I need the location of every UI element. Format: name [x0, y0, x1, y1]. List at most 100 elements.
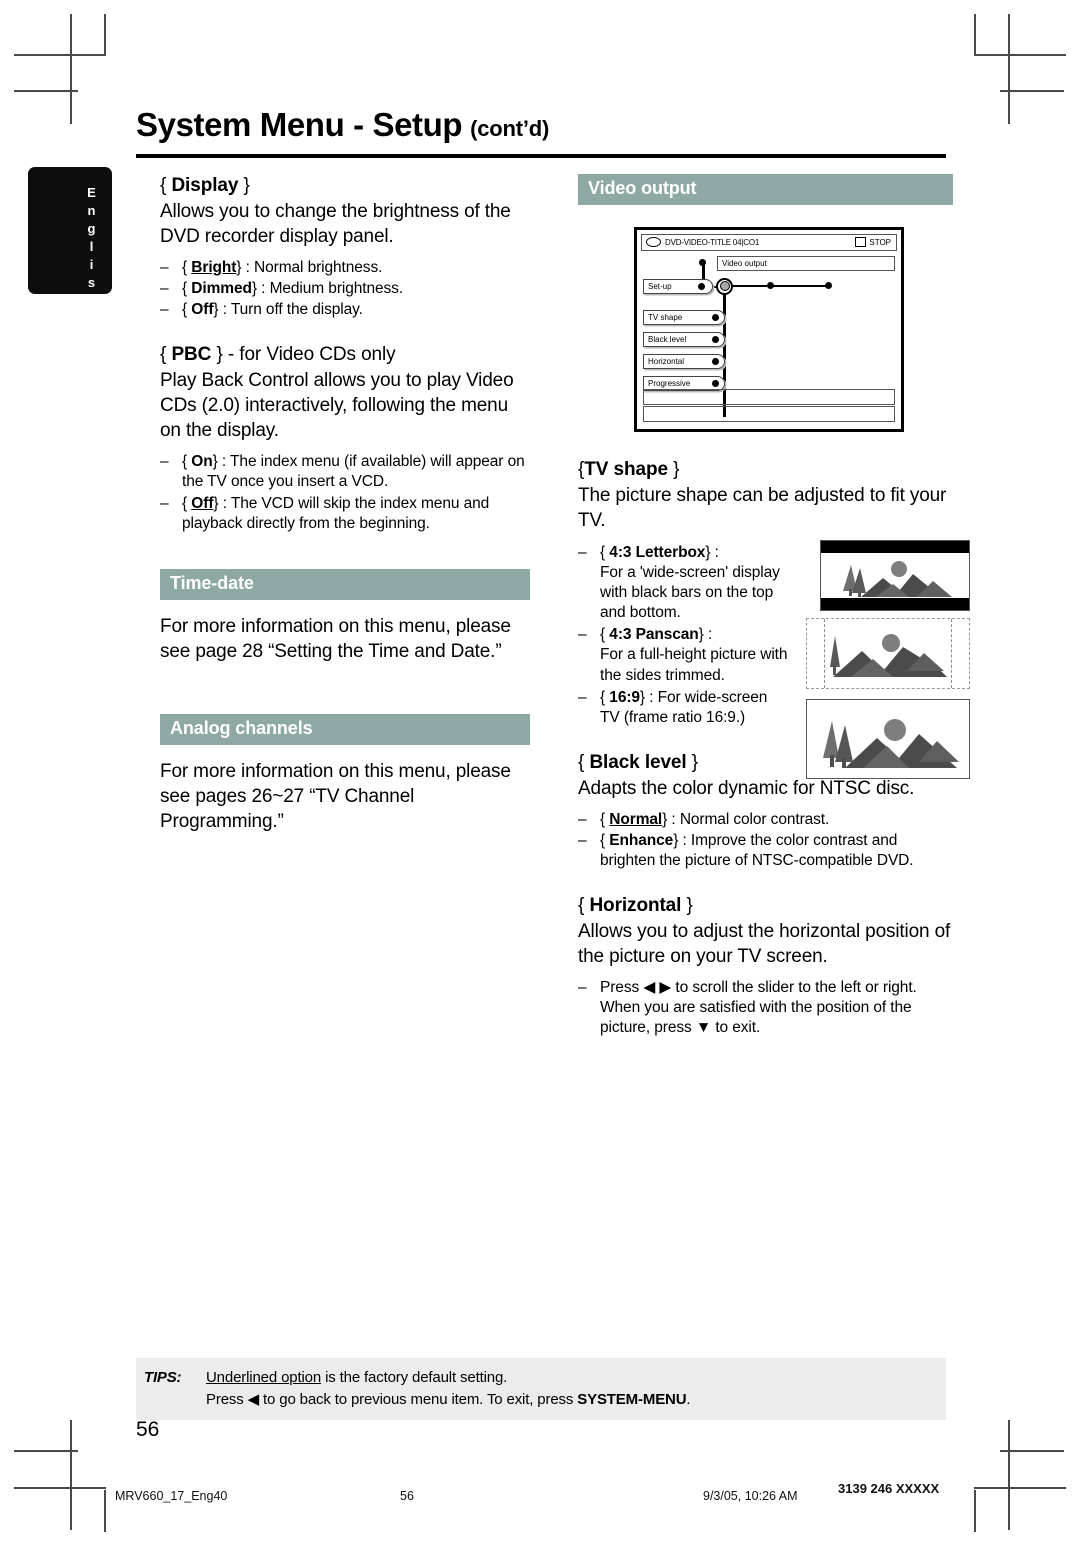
crop-mark — [14, 54, 106, 56]
list-item: – Press ◀ ▶ to scroll the slider to the l… — [578, 979, 917, 1037]
section-analog-channels: Analog channels For more information on … — [160, 713, 530, 834]
list-item: –{ Enhance} : Improve the color contrast… — [578, 831, 914, 870]
osd-status-bar: DVD-VIDEO-TITLE 04|CO1 STOP — [641, 233, 897, 251]
display-heading: { Display } — [160, 175, 250, 196]
crop-mark — [14, 90, 78, 92]
option-name: Off — [191, 494, 214, 512]
tv-shape-body: The picture shape can be adjusted to fit… — [578, 484, 947, 531]
analog-channels-bar: Analog channels — [160, 713, 530, 745]
right-arrow-icon: ▶ — [659, 979, 672, 997]
time-date-body: For more information on this menu, pleas… — [160, 615, 511, 662]
option-name: Normal — [609, 810, 663, 828]
tips-box: TIPS: Underlined option is the factory d… — [136, 1358, 946, 1420]
list-item: –{ Off} : Turn off the display. — [160, 301, 363, 319]
tips-content: Underlined option is the factory default… — [206, 1367, 691, 1411]
page-title-suffix: (cont’d) — [470, 116, 550, 141]
osd-node-dot — [699, 258, 706, 266]
list-item: –{ 4:3 Panscan} : For a full-height pict… — [578, 626, 788, 684]
print-slug-file: MRV660_17_Eng40 — [115, 1489, 228, 1503]
black-level-heading-label: Black level — [589, 751, 687, 773]
left-arrow-icon: ◀ — [643, 979, 656, 997]
osd-node-dot — [712, 357, 719, 365]
section-pbc: { PBC } - for Video CDs only Play Back C… — [160, 343, 530, 534]
option-desc: For a full-height picture with the sides… — [600, 646, 788, 684]
crop-mark — [14, 1487, 106, 1489]
option-desc: : The index menu (if available) will app… — [182, 453, 525, 491]
picture-widescreen — [806, 698, 970, 779]
crop-mark — [14, 1450, 78, 1452]
crop-mark — [1000, 1450, 1064, 1452]
pbc-options: –{ On} : The index menu (if available) w… — [160, 452, 530, 534]
down-arrow-icon: ▼ — [695, 1019, 712, 1037]
stop-icon — [855, 237, 867, 248]
page-number: 56 — [136, 1418, 160, 1441]
osd-node-dot — [712, 335, 719, 343]
list-item: –{ 4:3 Letterbox} : For a 'wide-screen' … — [578, 543, 780, 622]
section-horizontal: { Horizontal } Allows you to adjust the … — [578, 894, 953, 1038]
crop-mark — [1008, 14, 1010, 124]
osd-info-field-1 — [643, 388, 895, 405]
osd-menu-item-label: Black level — [648, 334, 687, 344]
horizontal-heading-label: Horizontal — [589, 895, 682, 917]
option-desc: : Normal color contrast. — [671, 810, 830, 828]
landscape-art — [843, 560, 952, 597]
list-item: –{ On} : The index menu (if available) w… — [160, 453, 525, 491]
horizontal-options: – Press ◀ ▶ to scroll the slider to the l… — [578, 978, 953, 1038]
video-output-bar: Video output — [578, 174, 953, 205]
picture-panscan — [806, 617, 970, 689]
landscape-art — [830, 633, 947, 677]
crop-mark — [1008, 1420, 1010, 1530]
tips-line-2: Press ◀ to go back to previous menu item… — [206, 1390, 691, 1408]
crop-mark — [70, 14, 72, 124]
crop-mark — [1000, 90, 1064, 92]
osd-node-dot — [767, 281, 774, 289]
option-name: 4:3 Letterbox — [609, 543, 706, 561]
option-name: 16:9 — [609, 688, 640, 706]
print-slug-timestamp: 9/3/05, 10:26 AM — [703, 1489, 798, 1503]
osd-screenshot: DVD-VIDEO-TITLE 04|CO1 STOP Video output… — [634, 226, 904, 432]
crop-mark — [70, 1420, 72, 1530]
osd-menu-item-label: TV shape — [648, 312, 683, 322]
landscape-art — [823, 718, 959, 768]
section-display: { Display } Allows you to change the bri… — [160, 174, 530, 320]
osd-menu-item-label: Progressive — [648, 378, 691, 388]
crop-mark — [974, 14, 976, 56]
crop-mark — [104, 1490, 106, 1532]
option-name: Enhance — [609, 831, 674, 849]
osd-node-dot — [698, 282, 705, 290]
black-level-body: Adapts the color dynamic for NTSC disc. — [578, 777, 915, 799]
disc-icon — [646, 237, 661, 248]
osd-selected-node[interactable] — [716, 277, 733, 295]
right-column: Video output DVD-VIDEO-TITLE 04|CO1 STOP… — [578, 174, 970, 1040]
picture-letterbox — [820, 539, 970, 611]
manual-page: English System Menu - Setup (cont’d) { Di… — [0, 0, 1080, 1544]
display-options: –{ Bright} : Normal brightness. –{ Dimme… — [160, 258, 530, 320]
osd-status-left: DVD-VIDEO-TITLE 04|CO1 — [665, 237, 760, 247]
osd-info-field-2 — [643, 405, 895, 422]
tips-line-1: Underlined option is the factory default… — [206, 1369, 508, 1386]
crop-mark — [974, 1490, 976, 1532]
print-slug-page: 56 — [400, 1489, 414, 1503]
pbc-body: Play Back Control allows you to play Vid… — [160, 370, 514, 442]
display-body: Allows you to change the brightness of t… — [160, 200, 511, 247]
list-item: –{ Normal} : Normal color contrast. — [578, 810, 830, 828]
language-tab-label: English — [84, 185, 99, 311]
osd-wire — [733, 284, 829, 288]
option-desc: : Turn off the display. — [222, 301, 363, 319]
section-time-date: Time-date For more information on this m… — [160, 568, 530, 664]
crop-mark — [104, 14, 106, 56]
option-name: 4:3 Panscan — [609, 626, 699, 644]
option-name: Bright — [191, 258, 237, 276]
option-desc: : The VCD will skip the index menu and p… — [182, 494, 490, 532]
tips-label: TIPS: — [144, 1369, 182, 1386]
pbc-heading-label: PBC — [171, 344, 212, 366]
option-name: Dimmed — [191, 280, 252, 298]
page-title: System Menu - Setup (cont’d) — [136, 107, 946, 143]
osd-status-right: STOP — [869, 237, 891, 247]
osd-menu-item-label: Set-up — [648, 281, 672, 291]
option-desc: : Medium brightness. — [261, 280, 404, 298]
osd-title-field: Video output — [717, 255, 895, 271]
option-desc: For a 'wide-screen' display with black b… — [600, 563, 780, 622]
pbc-heading: { PBC } - for Video CDs only — [160, 344, 396, 366]
analog-channels-body: For more information on this menu, pleas… — [160, 760, 511, 832]
